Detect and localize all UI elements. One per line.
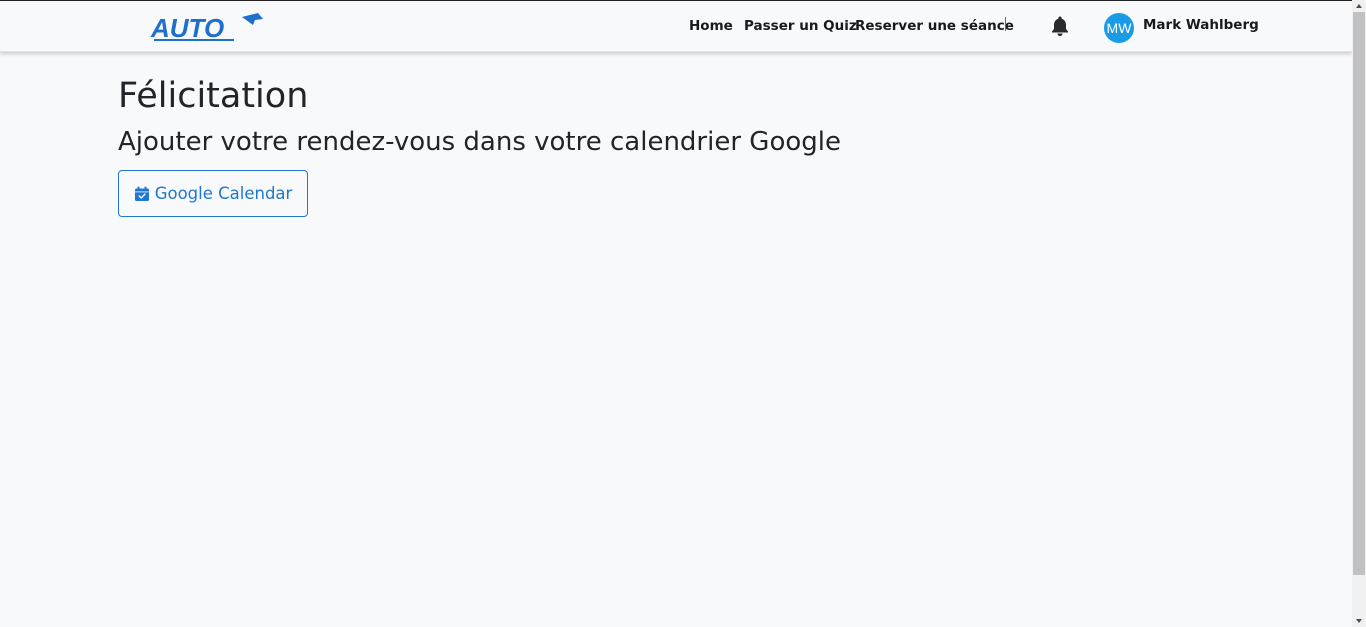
- user-avatar[interactable]: MW: [1104, 13, 1134, 43]
- svg-text:AUTO: AUTO: [150, 13, 224, 43]
- top-navbar: AUTO Home Passer un Quiz Reserver une sé…: [0, 1, 1352, 52]
- bell-icon[interactable]: [1050, 15, 1070, 37]
- page-title: Félicitation: [118, 76, 309, 116]
- page-subtitle: Ajouter votre rendez-vous dans votre cal…: [118, 127, 841, 157]
- auto-logo[interactable]: AUTO: [150, 11, 264, 45]
- scroll-up-arrow-icon[interactable]: [1352, 0, 1366, 12]
- scrollbar-thumb[interactable]: [1353, 12, 1365, 575]
- nav-quiz-link[interactable]: Passer un Quiz: [744, 18, 857, 34]
- user-name[interactable]: Mark Wahlberg: [1143, 17, 1259, 33]
- scroll-down-arrow-icon[interactable]: [1352, 615, 1366, 627]
- nav-home-link[interactable]: Home: [689, 18, 733, 34]
- nav-divider: [1005, 17, 1006, 31]
- nav-reserve-link[interactable]: Reserver une séance: [855, 18, 1014, 34]
- google-calendar-button[interactable]: Google Calendar: [118, 170, 308, 217]
- calendar-check-icon: [134, 186, 149, 201]
- google-calendar-button-label: Google Calendar: [154, 184, 293, 203]
